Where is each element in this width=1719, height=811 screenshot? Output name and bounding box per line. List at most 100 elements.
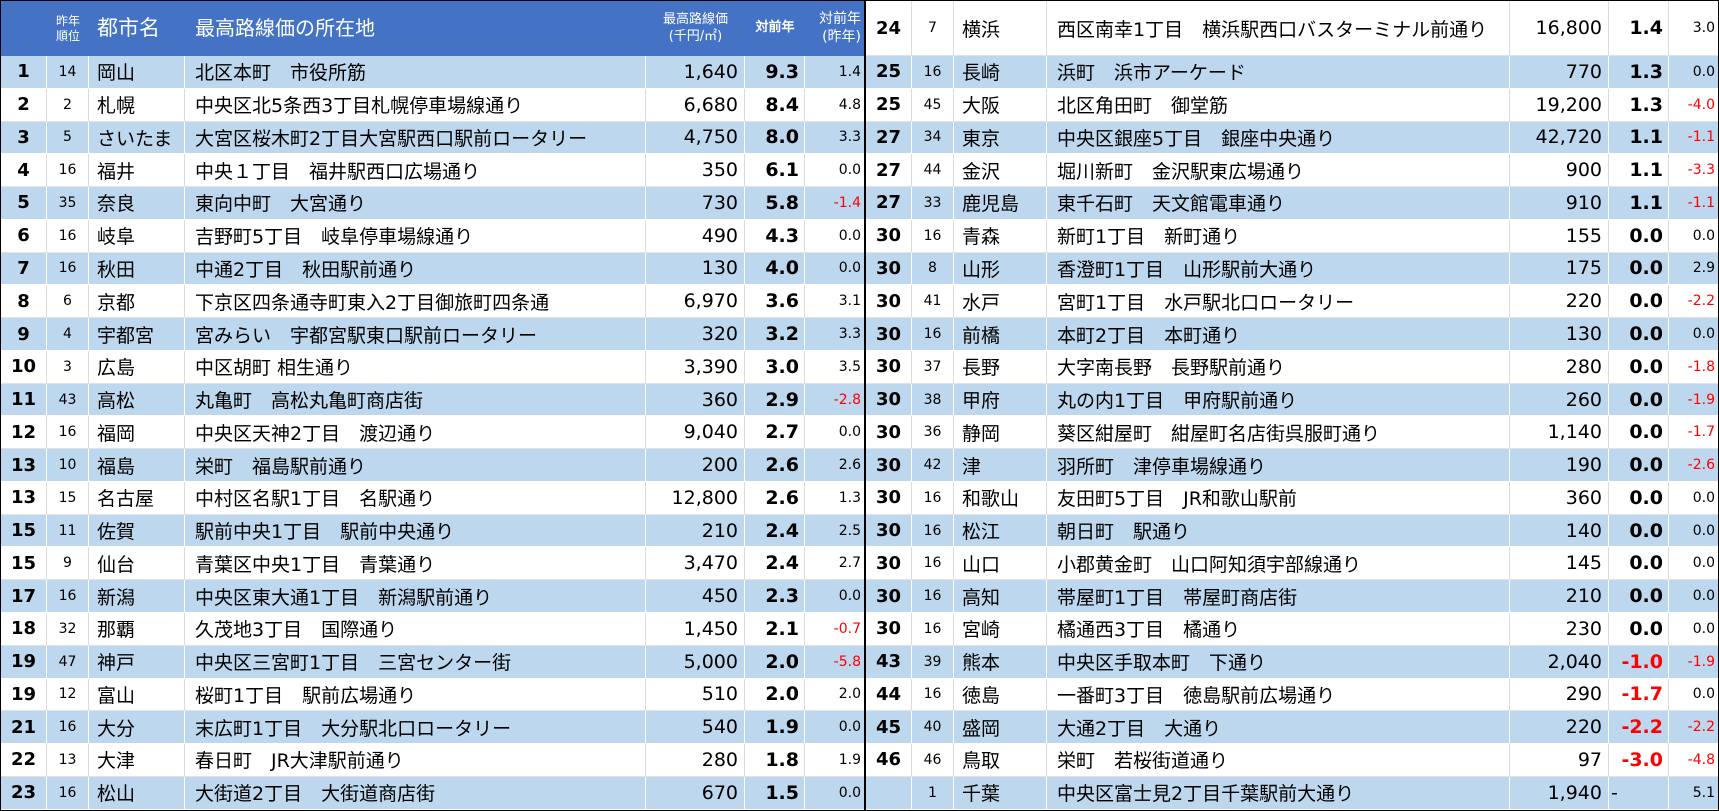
yoy-prev-cell: -2.6 [1687, 457, 1715, 474]
city-cell: 宮崎 [954, 613, 1047, 645]
header-price-line1: 最高路線価 [662, 12, 728, 28]
yoy-cell: 1.9 [745, 711, 805, 744]
prev-rank-cell: 3 [47, 350, 89, 383]
location-cell: 下京区四条通寺町東入2丁目御旅町四条通 [185, 285, 646, 318]
city-cell: 松江 [954, 514, 1047, 547]
location-cell: 栄町 福島駅前通り [185, 449, 646, 481]
yoy-prev-cell: -4.0 [1687, 96, 1715, 113]
price-cell: 2,040 [1510, 645, 1609, 678]
price-cell: 1,640 [646, 56, 745, 88]
yoy-cell: 1.3 [1609, 88, 1669, 121]
price-cell: 360 [1510, 481, 1609, 514]
land-price-table: 昨年 順位 都市名 最高路線価の所在地 最高路線価 (千円/㎡) 対前年 対前年… [0, 0, 1719, 811]
header-city: 都市名 [89, 1, 185, 56]
price-cell: 290 [1510, 678, 1609, 711]
price-cell: 97 [1510, 744, 1609, 776]
yoy-cell: 8.0 [745, 121, 805, 154]
prev-rank-cell: 37 [912, 350, 954, 383]
rank-cell: 24 [866, 1, 912, 55]
rank-cell: 2 [1, 88, 47, 121]
table-row: 11 43 高松 丸亀町 高松丸亀町商店街 360 2.9 -2.8 [1, 383, 864, 417]
rank-cell: 25 [866, 56, 912, 88]
price-cell: 220 [1510, 711, 1609, 744]
table-row: 10 3 広島 中区胡町 相生通り 3,390 3.0 3.5 [1, 350, 864, 384]
header-prev-rank-line2: 順位 [55, 28, 80, 43]
yoy-cell: 2.6 [745, 481, 805, 514]
table-row: 7 16 秋田 中通2丁目 秋田駅前通り 130 4.0 0.0 [1, 252, 864, 286]
prev-rank-cell: 39 [912, 645, 954, 678]
city-cell: 大阪 [954, 88, 1047, 121]
price-cell: 190 [1510, 449, 1609, 481]
price-cell: 540 [646, 711, 745, 744]
prev-rank-cell: 45 [912, 88, 954, 121]
price-cell: 900 [1510, 154, 1609, 187]
location-cell: 中通2丁目 秋田駅前通り [185, 252, 646, 285]
rank-cell: 43 [866, 645, 912, 678]
table-row: 30 16 山口 小郡黄金町 山口阿知須宇部線通り 145 0.0 0.0 [866, 547, 1718, 581]
location-cell: 中央区三宮町1丁目 三宮センター街 [185, 645, 646, 678]
city-cell: 福島 [89, 449, 185, 481]
city-cell: 仙台 [89, 547, 185, 580]
yoy-prev-cell: 0.0 [1692, 63, 1715, 80]
yoy-prev-cell: 4.8 [838, 96, 861, 113]
table-row: 9 4 宇都宮 宮みらい 宇都宮駅東口駅前ロータリー 320 3.2 3.3 [1, 318, 864, 351]
yoy-prev-cell: -4.8 [1687, 751, 1715, 768]
header-rank [1, 1, 47, 56]
location-cell: 青葉区中央1丁目 青葉通り [185, 547, 646, 580]
table-row: 2 2 札幌 中央区北5条西3丁目札幌停車場線通り 6,680 8.4 4.8 [1, 88, 864, 122]
table-row: 45 40 盛岡 大通2丁目 大通り 220 -2.2 -2.2 [866, 711, 1718, 745]
city-cell: 熊本 [954, 645, 1047, 678]
yoy-prev-cell: 3.1 [838, 293, 861, 310]
price-cell: 16,800 [1510, 1, 1609, 55]
header-yoy-prev-line2: (昨年) [822, 28, 861, 45]
price-cell: 450 [646, 580, 745, 613]
prev-rank-cell: 6 [47, 285, 89, 318]
location-cell: 久茂地3丁目 国際通り [185, 613, 646, 645]
yoy-cell: 0.0 [1609, 416, 1669, 449]
yoy-cell: 4.0 [745, 252, 805, 285]
yoy-prev-cell: 0.0 [838, 260, 861, 277]
yoy-prev-cell: 0.0 [1692, 620, 1715, 637]
table-header: 昨年 順位 都市名 最高路線価の所在地 最高路線価 (千円/㎡) 対前年 対前年… [1, 1, 864, 56]
price-cell: 19,200 [1510, 88, 1609, 121]
rank-cell: 30 [866, 416, 912, 449]
yoy-cell: 0.0 [1609, 318, 1669, 350]
price-cell: 12,800 [646, 481, 745, 514]
table-right-half: 24 7 横浜 西区南幸1丁目 横浜駅西口バスターミナル前通り 16,800 1.4 3.0… [866, 1, 1718, 810]
yoy-cell: 3.2 [745, 318, 805, 350]
table-row: 30 42 津羽所町 津停車場線通り 190 0.0 -2.6 [866, 449, 1718, 482]
table-row: 21 16 大分 末広町1丁目 大分駅北口ロータリー 540 1.9 0.0 [1, 711, 864, 745]
yoy-prev-cell: 1.3 [838, 489, 861, 506]
table-row: 30 16 松江 朝日町 駅通り 140 0.0 0.0 [866, 514, 1718, 548]
yoy-prev-cell: 1.9 [838, 751, 861, 768]
location-cell: 宮町1丁目 水戸駅北口ロータリー [1047, 285, 1510, 318]
table-row: 18 32 那覇 久茂地3丁目 国際通り 1,450 2.1 -0.7 [1, 613, 864, 646]
table-row: 25 45 大阪 北区角田町 御堂筋 19,200 1.3 -4.0 [866, 88, 1718, 122]
rank-cell: 25 [866, 88, 912, 121]
prev-rank-cell: 4 [47, 318, 89, 350]
yoy-cell: 9.3 [745, 56, 805, 88]
location-cell: 新町1丁目 新町通り [1047, 219, 1510, 252]
yoy-prev-cell: 3.3 [838, 129, 861, 146]
city-cell: 松山 [89, 776, 185, 809]
header-yoy-prev: 対前年 (昨年) [805, 1, 864, 56]
table-row: 43 39 熊本 中央区手取本町 下通り 2,040 -1.0 -1.9 [866, 645, 1718, 679]
table-row: 17 16 新潟 中央区東大通1丁目 新潟駅前通り 450 2.3 0.0 [1, 580, 864, 614]
yoy-prev-cell: 2.5 [838, 522, 861, 539]
yoy-cell: 0.0 [1609, 285, 1669, 318]
yoy-cell: 1.1 [1609, 154, 1669, 187]
location-cell: 友田町5丁目 JR和歌山駅前 [1047, 481, 1510, 514]
yoy-prev-cell: -1.1 [1687, 194, 1715, 211]
rank-cell: 30 [866, 350, 912, 383]
price-cell: 1,140 [1510, 416, 1609, 449]
yoy-prev-cell: 2.7 [838, 555, 861, 572]
table-row: 30 8 山形 香澄町1丁目 山形駅前大通り 175 0.0 2.9 [866, 252, 1718, 286]
yoy-prev-cell: 5.1 [1692, 784, 1715, 801]
prev-rank-cell: 34 [912, 121, 954, 154]
price-cell: 1,940 [1510, 776, 1609, 809]
yoy-prev-cell: 0.0 [838, 162, 861, 179]
yoy-cell: 2.0 [745, 645, 805, 678]
yoy-prev-cell: -0.7 [833, 620, 861, 637]
prev-rank-cell: 1 [912, 776, 954, 809]
location-cell: 小郡黄金町 山口阿知須宇部線通り [1047, 547, 1510, 580]
